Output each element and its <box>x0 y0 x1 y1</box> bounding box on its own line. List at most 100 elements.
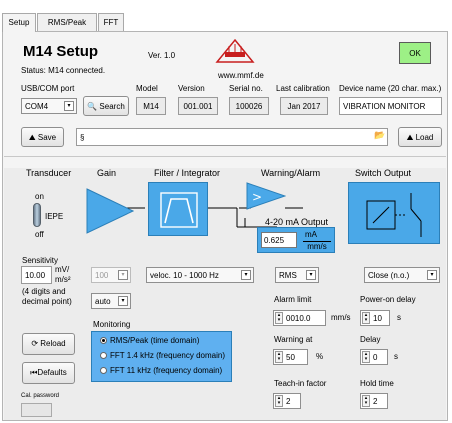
chevron-down-icon: ▾ <box>118 270 128 280</box>
spinner-arrows-icon: ▴ ▾ <box>275 312 283 324</box>
defaults-button[interactable]: ⏮Defaults <box>22 362 75 384</box>
bandpass-filter-icon <box>160 192 198 228</box>
gain-mode-select[interactable]: auto ▾ <box>91 293 131 309</box>
search-icon: 🔍 <box>87 102 98 111</box>
hold-time-label: Hold time <box>360 379 394 388</box>
monitoring-group: RMS/Peak (time domain) FFT 1.4 kHz (freq… <box>91 331 232 382</box>
path-cursor: § <box>80 133 85 142</box>
radio-selected-icon <box>100 337 107 344</box>
tab-rms-peak[interactable]: RMS/Peak <box>37 13 97 31</box>
page-title: M14 Setup <box>23 43 99 60</box>
sensitivity-unit-bottom: m/s² <box>55 275 71 284</box>
monitoring-option-fft-1-4[interactable]: FFT 1.4 kHz (frequency domain) <box>100 351 225 360</box>
alarm-limit-unit: mm/s <box>331 313 351 322</box>
power-on-delay-unit: s <box>397 313 401 322</box>
chevron-down-icon: ▾ <box>241 270 251 280</box>
website-text: www.mmf.de <box>218 71 264 80</box>
version-text: Ver. 1.0 <box>148 51 176 60</box>
cal-password-label: Cal. password <box>21 393 60 399</box>
warning-at-label: Warning at <box>274 335 313 344</box>
chevron-down-icon: ▾ <box>306 270 316 280</box>
switch-output-block <box>348 182 440 244</box>
output-value: 0.625 <box>261 232 297 248</box>
folder-icon[interactable]: 📂 <box>374 130 386 142</box>
sensitivity-input[interactable]: 10.00 <box>21 266 52 284</box>
tab-fft[interactable]: FFT <box>98 13 124 31</box>
measure-mode-select[interactable]: RMS ▾ <box>275 267 319 283</box>
tab-bar: Setup RMS/Peak FFT <box>0 0 452 32</box>
comparator-icon: > <box>246 182 286 210</box>
switch-mode-select[interactable]: Close (n.o.) ▾ <box>364 267 440 283</box>
tab-setup[interactable]: Setup <box>2 13 36 32</box>
warning-unit: % <box>316 352 324 361</box>
spinner-arrows-icon: ▴ ▾ <box>362 351 370 363</box>
hold-time-spinner[interactable]: ▴ ▾ 2 <box>360 393 388 409</box>
power-on-delay-spinner[interactable]: ▴ ▾ 10 <box>360 310 390 326</box>
delay-unit: s <box>394 352 398 361</box>
mmf-logo-icon <box>215 38 255 63</box>
relay-icon <box>366 193 422 237</box>
load-button[interactable]: ⛰ Load <box>398 127 442 147</box>
version-field: 001.001 <box>178 97 218 115</box>
teach-in-label: Teach-in factor <box>274 379 327 388</box>
version-label: Version <box>178 84 205 93</box>
spinner-arrows-icon: ▴ ▾ <box>362 395 370 407</box>
serial-field: 100026 <box>229 97 269 115</box>
spinner-arrows-icon: ▴ ▾ <box>275 395 283 407</box>
radio-icon <box>100 367 107 374</box>
sensitivity-unit-top: mV/ <box>55 265 70 274</box>
save-icon: ⛰ <box>28 133 36 142</box>
monitoring-option-fft-11[interactable]: FFT 11 kHz (frequency domain) <box>100 366 222 375</box>
delay-spinner[interactable]: ▴ ▾ 0 <box>360 349 388 365</box>
reload-button[interactable]: ⟳ Reload <box>22 333 75 355</box>
status-text: Status: M14 connected. <box>21 66 106 75</box>
model-label: Model <box>136 84 158 93</box>
output-unit-bottom: mm/s <box>303 241 331 251</box>
warning-alarm-label: Warning/Alarm <box>261 168 321 178</box>
calibration-field: Jan 2017 <box>280 97 328 115</box>
radio-icon <box>100 352 107 359</box>
output-label: 4-20 mA Output <box>265 217 329 227</box>
model-field: M14 <box>136 97 166 115</box>
sensitivity-hint-1: (4 digits and <box>22 287 66 296</box>
chevron-down-icon: ▾ <box>64 101 74 111</box>
chevron-down-icon: ▾ <box>427 270 437 280</box>
save-button[interactable]: ⛰ Save <box>21 127 64 147</box>
switch-output-label: Switch Output <box>355 168 412 178</box>
spinner-arrows-icon: ▴ ▾ <box>275 351 283 363</box>
ok-indicator: OK <box>399 42 431 64</box>
output-unit-top: mA <box>305 230 317 239</box>
transducer-label: Transducer <box>26 168 72 178</box>
load-icon: ⛰ <box>406 133 414 142</box>
monitoring-option-rms[interactable]: RMS/Peak (time domain) <box>100 336 199 345</box>
serial-label: Serial no. <box>229 84 263 93</box>
filter-select[interactable]: veloc. 10 - 1000 Hz ▾ <box>146 267 254 283</box>
alarm-limit-label: Alarm limit <box>274 295 312 304</box>
com-port-select[interactable]: COM4 ▾ <box>21 98 77 114</box>
delay-label: Delay <box>360 335 381 344</box>
divider <box>4 156 446 157</box>
calibration-label: Last calibration <box>276 84 330 93</box>
gain-label: Gain <box>97 168 117 178</box>
file-path-input[interactable]: § <box>76 128 388 146</box>
warning-at-spinner[interactable]: ▴ ▾ 50 <box>273 349 308 365</box>
gain-amplifier-icon <box>86 188 134 234</box>
teach-in-spinner[interactable]: ▴ ▾ 2 <box>273 393 301 409</box>
search-button[interactable]: 🔍 Search <box>83 96 129 116</box>
device-name-label: Device name (20 char. max.) <box>339 84 442 93</box>
filter-block <box>148 182 208 236</box>
iepe-on-label: on <box>35 192 44 201</box>
cal-password-input[interactable] <box>21 403 52 417</box>
alarm-limit-spinner[interactable]: ▴ ▾ 0010.0 <box>273 310 326 326</box>
sensitivity-label: Sensitivity <box>22 256 59 265</box>
reload-icon: ⟳ <box>31 339 39 348</box>
iepe-toggle-switch[interactable] <box>33 203 41 227</box>
iepe-label: IEPE <box>45 212 64 221</box>
sensitivity-hint-2: decimal point) <box>22 297 72 306</box>
gain-select[interactable]: 100 ▾ <box>91 267 131 283</box>
svg-text:>: > <box>252 190 262 204</box>
device-name-input[interactable]: VIBRATION MONITOR <box>339 97 442 115</box>
usb-port-label: USB/COM port <box>21 84 75 93</box>
power-on-delay-label: Power-on delay <box>360 295 416 304</box>
output-readout: 0.625 mA mm/s <box>257 227 335 253</box>
